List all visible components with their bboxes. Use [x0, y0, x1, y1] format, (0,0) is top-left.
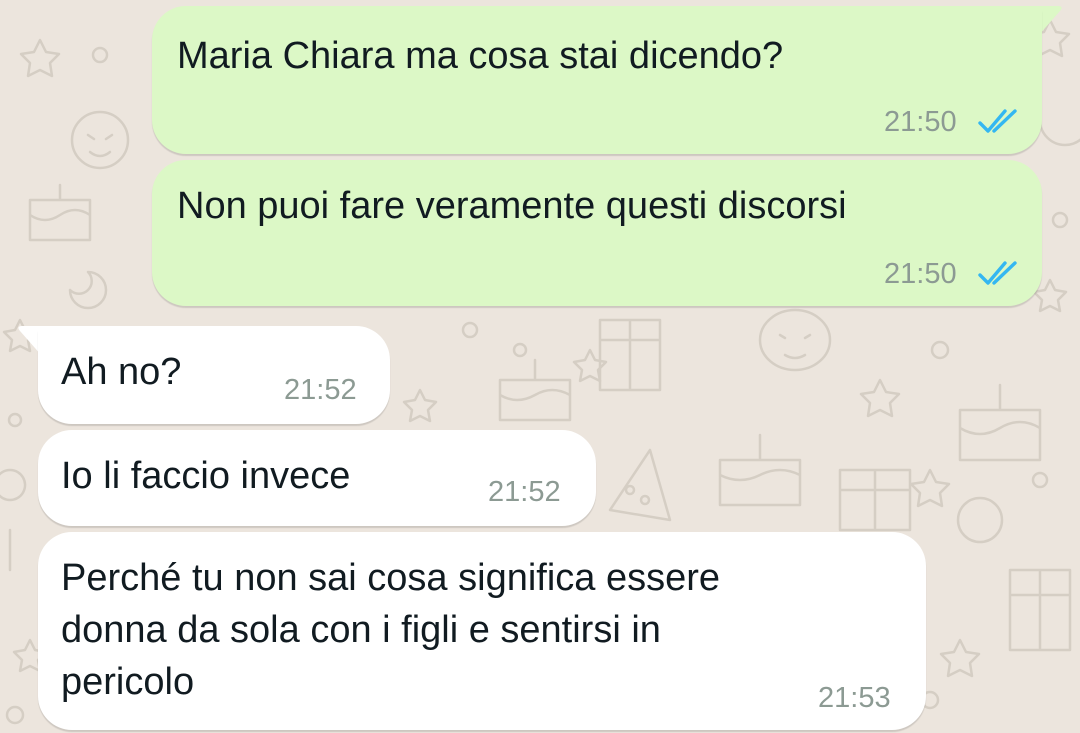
face-doodle [70, 110, 130, 170]
cake-doodle [718, 433, 802, 507]
face-doodle [758, 308, 832, 372]
circle-doodle [512, 342, 528, 358]
star-doodle [859, 378, 901, 418]
gift-doodle [598, 318, 662, 392]
message-time: 21:50 [884, 106, 957, 138]
message-text: Maria Chiara ma cosa stai dicendo? [177, 35, 784, 77]
moon-doodle [68, 270, 108, 310]
circle-doodle [1031, 471, 1049, 489]
gift-doodle [838, 468, 912, 532]
message-text-line: pericolo [61, 661, 195, 703]
message-text: Ah no? [61, 351, 182, 393]
circle-doodle [5, 705, 25, 725]
message-bubble-outgoing[interactable]: Maria Chiara ma cosa stai dicendo? 21:50 [152, 6, 1042, 154]
star-doodle [19, 38, 61, 78]
message-text-line: Perché tu non sai cosa significa essere [61, 557, 721, 599]
message-bubble-outgoing[interactable]: Non puoi fare veramente questi discorsi … [152, 160, 1042, 306]
message-bubble-incoming[interactable]: Ah no? 21:52 [38, 326, 390, 424]
circle-doodle [7, 412, 23, 428]
star-doodle [909, 468, 951, 508]
circle-doodle [956, 496, 1004, 544]
gift-doodle [1008, 568, 1072, 652]
message-time: 21:52 [284, 374, 357, 406]
circle-doodle [930, 340, 950, 360]
message-time: 21:52 [488, 476, 561, 508]
message-text-line: donna da sola con i figli e sentirsi in [61, 609, 661, 651]
face-doodle [1038, 118, 1080, 147]
cake-doodle [28, 183, 92, 242]
double-check-icon [978, 109, 1017, 133]
cake-doodle [498, 358, 572, 422]
lollipop-doodle [0, 468, 27, 572]
message-bubble-incoming[interactable]: Perché tu non sai cosa significa essere … [38, 532, 926, 730]
message-time: 21:50 [884, 258, 957, 290]
message-text: Non puoi fare veramente questi discorsi [177, 185, 847, 227]
message-bubble-incoming[interactable]: Io li faccio invece 21:52 [38, 430, 596, 526]
message-time: 21:53 [818, 682, 891, 714]
party-hat-doodle [608, 448, 672, 522]
cake-doodle [958, 383, 1042, 462]
circle-doodle [91, 46, 109, 64]
star-doodle [939, 638, 981, 678]
message-text: Io li faccio invece [61, 455, 351, 497]
double-check-icon [978, 261, 1017, 285]
star-doodle [402, 388, 438, 423]
circle-doodle [1051, 211, 1069, 229]
circle-doodle [461, 321, 479, 339]
